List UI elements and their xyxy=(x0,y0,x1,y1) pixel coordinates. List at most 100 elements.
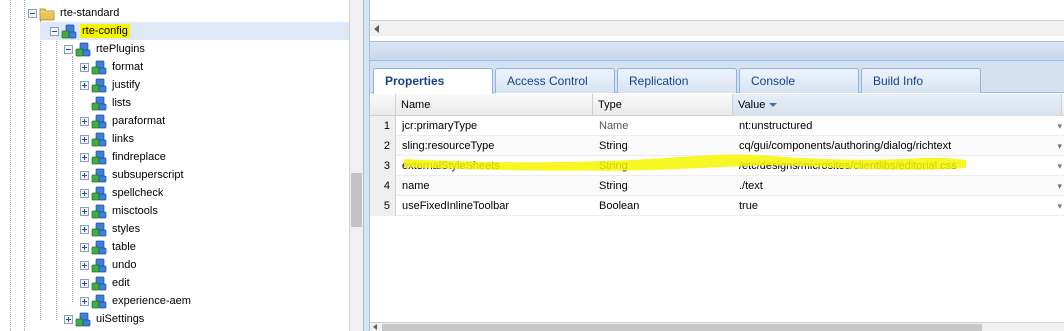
property-name-cell[interactable]: name xyxy=(396,176,593,196)
row-edge-marker-icon: ▾ xyxy=(1057,181,1062,191)
tree-node-label: uiSettings xyxy=(96,313,145,325)
table-row[interactable]: 2 sling:resourceType String cq/gui/componen… xyxy=(370,136,1064,156)
column-header-value[interactable]: Value xyxy=(733,94,1062,116)
tab-console[interactable]: Console xyxy=(739,68,859,93)
property-value-cell[interactable]: ./text xyxy=(733,176,1059,196)
table-row[interactable]: 1 jcr:primaryType Name nt:unstructured ▾ xyxy=(370,116,1064,136)
tree-node[interactable]: rte-standard xyxy=(28,4,121,22)
table-row[interactable]: 3 externalStyleSheets String/etc/designs/m… xyxy=(370,156,1064,176)
property-name-cell[interactable]: useFixedInlineToolbar xyxy=(396,196,593,216)
tab-properties[interactable]: Properties xyxy=(373,68,493,94)
tree-node[interactable]: subsuperscript xyxy=(80,166,186,184)
column-header-label: Name xyxy=(401,99,431,111)
tab-strip: Properties Access Control Replication Co… xyxy=(370,61,1064,94)
tree-node[interactable]: rtePlugins xyxy=(64,40,147,58)
scroll-left-arrow-icon[interactable] xyxy=(373,324,377,330)
expand-icon[interactable] xyxy=(80,260,89,270)
tree-node-label: experience-aem xyxy=(112,295,191,307)
scroll-left-arrow-icon[interactable] xyxy=(374,25,379,33)
repository-tree: rte-standard rte-config rtePlugins format ju… xyxy=(0,0,349,331)
expand-icon[interactable] xyxy=(80,152,89,162)
tab-access-control[interactable]: Access Control xyxy=(495,68,615,93)
tree-node[interactable]: table xyxy=(80,238,138,256)
tree-node[interactable]: justify xyxy=(80,76,142,94)
node-icon xyxy=(91,240,107,254)
collapse-icon[interactable] xyxy=(64,44,73,54)
tree-node[interactable]: links xyxy=(80,130,136,148)
property-type-cell[interactable]: Boolean xyxy=(593,196,733,216)
tree-node[interactable]: findreplace xyxy=(80,148,168,166)
expand-icon[interactable] xyxy=(80,134,89,144)
tree-scrollbar[interactable] xyxy=(349,0,363,331)
column-header-name[interactable]: Name xyxy=(396,94,593,116)
tree-guide-line xyxy=(56,38,57,320)
node-icon xyxy=(91,150,107,164)
expand-icon[interactable] xyxy=(80,62,89,72)
tab-label: Access Control xyxy=(507,74,588,88)
tree-node[interactable]: lists xyxy=(80,94,133,112)
property-type-cell[interactable]: String xyxy=(593,176,733,196)
grid-header: Name Type Value xyxy=(370,94,1064,116)
table-row[interactable]: 5 useFixedInlineToolbar Boolean true ▾ xyxy=(370,196,1064,216)
property-type-cell[interactable]: String xyxy=(593,156,733,176)
node-icon xyxy=(91,258,107,272)
tree-node-label: links xyxy=(112,133,135,145)
property-type-cell[interactable]: String xyxy=(593,136,733,156)
tree-node[interactable]: styles xyxy=(80,220,142,238)
property-name-cell[interactable]: sling:resourceType xyxy=(396,136,593,156)
property-name-cell[interactable]: externalStyleSheets xyxy=(396,156,593,176)
expand-icon[interactable] xyxy=(80,206,89,216)
column-header-label: Value xyxy=(738,99,766,111)
expand-icon[interactable] xyxy=(80,116,89,126)
property-value-cell[interactable]: cq/gui/components/authoring/dialog/richt… xyxy=(733,136,1059,156)
scrollbar-thumb[interactable] xyxy=(351,173,362,227)
property-name-cell[interactable]: jcr:primaryType xyxy=(396,116,593,136)
expand-icon[interactable] xyxy=(80,278,89,288)
tab-build-info[interactable]: Build Info xyxy=(861,68,981,93)
row-number: 5 xyxy=(370,196,396,216)
grid-horizontal-scrollbar[interactable] xyxy=(370,322,1064,331)
tree-node-label: format xyxy=(112,61,144,73)
property-type-cell[interactable]: Name xyxy=(593,116,733,136)
node-icon xyxy=(91,204,107,218)
row-edge-marker-icon: ▾ xyxy=(1057,161,1062,171)
tab-label: Replication xyxy=(629,74,689,88)
tree-node[interactable]: experience-aem xyxy=(80,292,193,310)
tree-node[interactable]: misctools xyxy=(80,202,160,220)
node-icon xyxy=(91,186,107,200)
tree-node[interactable]: rte-config xyxy=(40,22,349,40)
tree-node[interactable]: spellcheck xyxy=(80,184,165,202)
tab-label: Properties xyxy=(385,74,445,88)
expand-icon[interactable] xyxy=(80,224,89,234)
node-icon xyxy=(91,60,107,74)
row-number: 4 xyxy=(370,176,396,196)
property-value-cell[interactable]: nt:unstructured xyxy=(733,116,1059,136)
property-value-cell[interactable]: true xyxy=(733,196,1059,216)
property-value-cell[interactable]: /etc/designs/microsites/clientlibs/edito… xyxy=(733,156,1059,176)
column-header-type[interactable]: Type xyxy=(593,94,733,116)
panel-collapse-bar[interactable] xyxy=(370,41,1064,61)
tree-node[interactable]: edit xyxy=(80,274,132,292)
tree-node[interactable]: paraformat xyxy=(80,112,167,130)
expand-icon[interactable] xyxy=(64,314,73,324)
tree-node-label: findreplace xyxy=(112,151,166,163)
collapse-icon[interactable] xyxy=(28,8,37,18)
editor-horizontal-scrollbar[interactable] xyxy=(370,20,1064,36)
scrollbar-thumb[interactable] xyxy=(382,324,982,331)
row-edge-marker-icon: ▾ xyxy=(1057,121,1062,131)
tab-replication[interactable]: Replication xyxy=(617,68,737,93)
tree-guide-line xyxy=(10,0,11,331)
panel-splitter[interactable] xyxy=(363,0,370,331)
tree-node-label: rte-config xyxy=(80,24,130,38)
expand-icon[interactable] xyxy=(80,170,89,180)
expand-icon[interactable] xyxy=(80,296,89,306)
row-edge-marker-icon: ▾ xyxy=(1057,201,1062,211)
tree-node[interactable]: uiSettings xyxy=(64,310,146,328)
expand-icon[interactable] xyxy=(80,80,89,90)
expand-icon[interactable] xyxy=(80,188,89,198)
tree-node[interactable]: format xyxy=(80,58,145,76)
collapse-icon[interactable] xyxy=(50,26,59,36)
expand-icon[interactable] xyxy=(80,242,89,252)
tree-node[interactable]: undo xyxy=(80,256,138,274)
table-row[interactable]: 4 name String ./text ▾ xyxy=(370,176,1064,196)
